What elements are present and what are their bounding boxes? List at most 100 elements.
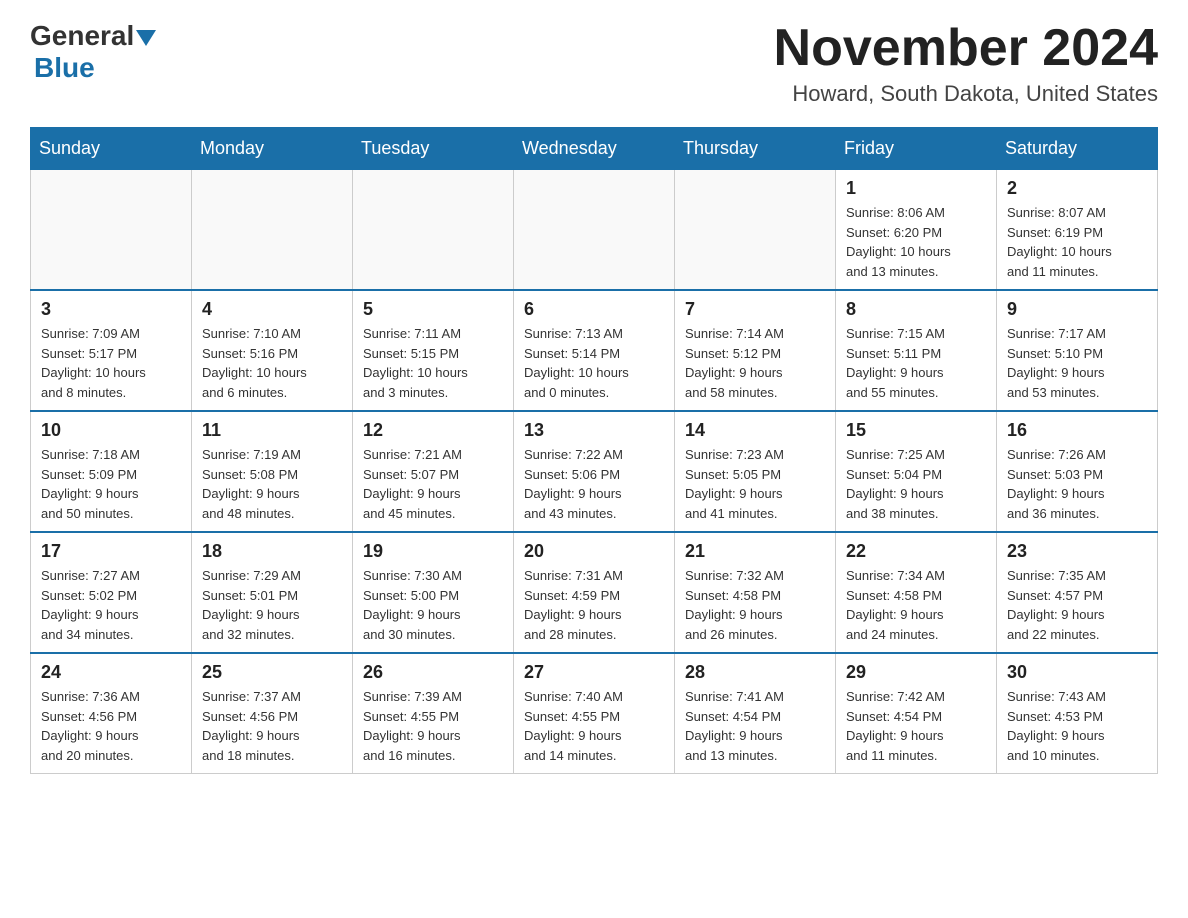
day-number: 22 (846, 541, 986, 562)
day-number: 24 (41, 662, 181, 683)
day-info: Sunrise: 7:22 AMSunset: 5:06 PMDaylight:… (524, 445, 664, 523)
calendar-cell: 11 Sunrise: 7:19 AMSunset: 5:08 PMDayligh… (192, 411, 353, 532)
calendar-cell: 24 Sunrise: 7:36 AMSunset: 4:56 PMDayligh… (31, 653, 192, 774)
weekday-header-monday: Monday (192, 128, 353, 170)
day-info: Sunrise: 7:35 AMSunset: 4:57 PMDaylight:… (1007, 566, 1147, 644)
calendar-cell: 29 Sunrise: 7:42 AMSunset: 4:54 PMDayligh… (836, 653, 997, 774)
day-info: Sunrise: 7:14 AMSunset: 5:12 PMDaylight:… (685, 324, 825, 402)
day-number: 3 (41, 299, 181, 320)
calendar-subtitle: Howard, South Dakota, United States (774, 81, 1158, 107)
calendar-cell (192, 170, 353, 291)
day-number: 10 (41, 420, 181, 441)
day-number: 25 (202, 662, 342, 683)
calendar-cell: 17Sunrise: 7:27 AMSunset: 5:02 PMDayligh… (31, 532, 192, 653)
calendar-cell: 25 Sunrise: 7:37 AMSunset: 4:56 PMDayligh… (192, 653, 353, 774)
day-info: Sunrise: 7:42 AMSunset: 4:54 PMDaylight:… (846, 687, 986, 765)
day-number: 2 (1007, 178, 1147, 199)
calendar-cell: 14Sunrise: 7:23 AMSunset: 5:05 PMDayligh… (675, 411, 836, 532)
calendar-cell: 13 Sunrise: 7:22 AMSunset: 5:06 PMDayligh… (514, 411, 675, 532)
day-number: 29 (846, 662, 986, 683)
day-info: Sunrise: 7:25 AMSunset: 5:04 PMDaylight:… (846, 445, 986, 523)
logo: General Blue (30, 20, 156, 84)
calendar-cell: 23 Sunrise: 7:35 AMSunset: 4:57 PMDayligh… (997, 532, 1158, 653)
day-info: Sunrise: 7:15 AMSunset: 5:11 PMDaylight:… (846, 324, 986, 402)
calendar-cell: 22 Sunrise: 7:34 AMSunset: 4:58 PMDayligh… (836, 532, 997, 653)
day-number: 11 (202, 420, 342, 441)
calendar-cell: 7 Sunrise: 7:14 AMSunset: 5:12 PMDaylight… (675, 290, 836, 411)
calendar-week-row: 10 Sunrise: 7:18 AMSunset: 5:09 PMDayligh… (31, 411, 1158, 532)
calendar-cell: 12 Sunrise: 7:21 AMSunset: 5:07 PMDayligh… (353, 411, 514, 532)
day-number: 30 (1007, 662, 1147, 683)
calendar-cell: 20Sunrise: 7:31 AMSunset: 4:59 PMDayligh… (514, 532, 675, 653)
day-number: 26 (363, 662, 503, 683)
calendar-cell: 4Sunrise: 7:10 AMSunset: 5:16 PMDaylight… (192, 290, 353, 411)
day-info: Sunrise: 7:34 AMSunset: 4:58 PMDaylight:… (846, 566, 986, 644)
calendar-title: November 2024 (774, 20, 1158, 77)
day-info: Sunrise: 7:41 AMSunset: 4:54 PMDaylight:… (685, 687, 825, 765)
day-number: 19 (363, 541, 503, 562)
calendar-cell: 19 Sunrise: 7:30 AMSunset: 5:00 PMDayligh… (353, 532, 514, 653)
logo-general-text: General (30, 20, 134, 52)
calendar-cell: 18 Sunrise: 7:29 AMSunset: 5:01 PMDayligh… (192, 532, 353, 653)
calendar-week-row: 17Sunrise: 7:27 AMSunset: 5:02 PMDayligh… (31, 532, 1158, 653)
calendar-week-row: 1 Sunrise: 8:06 AMSunset: 6:20 PMDaylight… (31, 170, 1158, 291)
calendar-cell: 28 Sunrise: 7:41 AMSunset: 4:54 PMDayligh… (675, 653, 836, 774)
day-number: 20 (524, 541, 664, 562)
day-info: Sunrise: 7:10 AMSunset: 5:16 PMDaylight:… (202, 324, 342, 402)
calendar-cell: 2 Sunrise: 8:07 AMSunset: 6:19 PMDaylight… (997, 170, 1158, 291)
day-info: Sunrise: 7:29 AMSunset: 5:01 PMDaylight:… (202, 566, 342, 644)
day-info: Sunrise: 7:37 AMSunset: 4:56 PMDaylight:… (202, 687, 342, 765)
title-area: November 2024 Howard, South Dakota, Unit… (774, 20, 1158, 107)
weekday-header-friday: Friday (836, 128, 997, 170)
day-number: 23 (1007, 541, 1147, 562)
calendar-cell (514, 170, 675, 291)
weekday-header-sunday: Sunday (31, 128, 192, 170)
day-number: 18 (202, 541, 342, 562)
logo-triangle-icon (136, 30, 156, 46)
page-header: General Blue November 2024 Howard, South… (30, 20, 1158, 107)
day-info: Sunrise: 7:19 AMSunset: 5:08 PMDaylight:… (202, 445, 342, 523)
calendar-cell (31, 170, 192, 291)
day-info: Sunrise: 7:32 AMSunset: 4:58 PMDaylight:… (685, 566, 825, 644)
calendar-cell: 8 Sunrise: 7:15 AMSunset: 5:11 PMDaylight… (836, 290, 997, 411)
day-info: Sunrise: 7:23 AMSunset: 5:05 PMDaylight:… (685, 445, 825, 523)
day-info: Sunrise: 7:30 AMSunset: 5:00 PMDaylight:… (363, 566, 503, 644)
calendar-cell: 15 Sunrise: 7:25 AMSunset: 5:04 PMDayligh… (836, 411, 997, 532)
day-info: Sunrise: 7:26 AMSunset: 5:03 PMDaylight:… (1007, 445, 1147, 523)
weekday-header-thursday: Thursday (675, 128, 836, 170)
day-number: 15 (846, 420, 986, 441)
calendar-cell (675, 170, 836, 291)
calendar-week-row: 24 Sunrise: 7:36 AMSunset: 4:56 PMDayligh… (31, 653, 1158, 774)
calendar-cell: 21 Sunrise: 7:32 AMSunset: 4:58 PMDayligh… (675, 532, 836, 653)
calendar-table: SundayMondayTuesdayWednesdayThursdayFrid… (30, 127, 1158, 774)
weekday-header-tuesday: Tuesday (353, 128, 514, 170)
weekday-header-saturday: Saturday (997, 128, 1158, 170)
logo-blue-text: Blue (30, 52, 95, 84)
day-number: 13 (524, 420, 664, 441)
calendar-cell: 26 Sunrise: 7:39 AMSunset: 4:55 PMDayligh… (353, 653, 514, 774)
day-number: 28 (685, 662, 825, 683)
day-info: Sunrise: 7:36 AMSunset: 4:56 PMDaylight:… (41, 687, 181, 765)
day-info: Sunrise: 7:39 AMSunset: 4:55 PMDaylight:… (363, 687, 503, 765)
day-number: 9 (1007, 299, 1147, 320)
day-number: 7 (685, 299, 825, 320)
day-number: 21 (685, 541, 825, 562)
day-info: Sunrise: 8:06 AMSunset: 6:20 PMDaylight:… (846, 203, 986, 281)
weekday-header-row: SundayMondayTuesdayWednesdayThursdayFrid… (31, 128, 1158, 170)
calendar-cell: 1 Sunrise: 8:06 AMSunset: 6:20 PMDaylight… (836, 170, 997, 291)
day-info: Sunrise: 7:21 AMSunset: 5:07 PMDaylight:… (363, 445, 503, 523)
day-info: Sunrise: 7:18 AMSunset: 5:09 PMDaylight:… (41, 445, 181, 523)
day-number: 16 (1007, 420, 1147, 441)
weekday-header-wednesday: Wednesday (514, 128, 675, 170)
calendar-cell: 6Sunrise: 7:13 AMSunset: 5:14 PMDaylight… (514, 290, 675, 411)
day-number: 12 (363, 420, 503, 441)
day-number: 8 (846, 299, 986, 320)
day-info: Sunrise: 8:07 AMSunset: 6:19 PMDaylight:… (1007, 203, 1147, 281)
day-number: 1 (846, 178, 986, 199)
calendar-cell: 16 Sunrise: 7:26 AMSunset: 5:03 PMDayligh… (997, 411, 1158, 532)
day-info: Sunrise: 7:27 AMSunset: 5:02 PMDaylight:… (41, 566, 181, 644)
day-number: 6 (524, 299, 664, 320)
calendar-cell: 9Sunrise: 7:17 AMSunset: 5:10 PMDaylight… (997, 290, 1158, 411)
calendar-cell: 30Sunrise: 7:43 AMSunset: 4:53 PMDayligh… (997, 653, 1158, 774)
calendar-week-row: 3Sunrise: 7:09 AMSunset: 5:17 PMDaylight… (31, 290, 1158, 411)
